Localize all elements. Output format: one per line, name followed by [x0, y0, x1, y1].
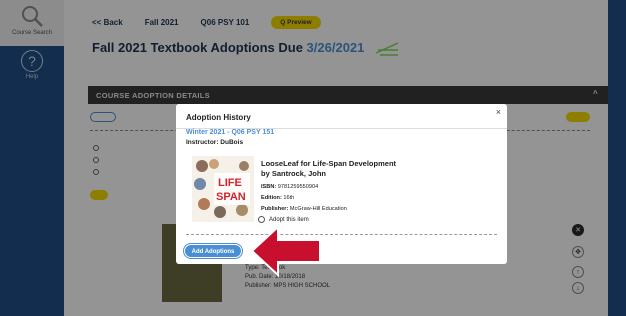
book-title-line: LooseLeaf for Life-Span Development [261, 159, 397, 168]
add-adoptions-button[interactable]: Add Adoptions [184, 244, 242, 258]
publisher-label: Publisher: [261, 206, 289, 212]
isbn-value: 9781259550904 [277, 184, 319, 190]
book-title: LooseLeaf for Life-Span Development by S… [261, 159, 396, 179]
isbn-label: ISBN: [261, 184, 277, 190]
red-arrow-icon [250, 224, 321, 278]
adopt-item-label: Adopt this item [269, 216, 309, 223]
adopt-radio-button[interactable] [258, 216, 265, 223]
modal-title: Adoption History [186, 113, 251, 122]
cover-title-life: LIFE [218, 177, 242, 189]
course-link[interactable]: Winter 2021 - Q06 PSY 151 [186, 129, 274, 136]
edition-value: 16th [283, 195, 295, 201]
edition-label: Edition: [261, 195, 282, 201]
adopt-item-option[interactable]: Adopt this item [258, 216, 309, 223]
book-metadata: ISBN: 9781259550904 Edition: 16th Publis… [261, 182, 347, 215]
adoption-history-modal: Adoption History × Winter 2021 - Q06 PSY… [176, 104, 507, 264]
modal-dash-divider [186, 234, 497, 235]
close-icon[interactable]: × [496, 107, 501, 117]
book-author-line: by Santrock, John [261, 169, 327, 178]
cover-title-span: SPAN [216, 191, 246, 203]
publisher-value: McGraw-Hill Education [289, 206, 347, 212]
instructor-label: Instructor: DuBois [186, 139, 244, 146]
book-cover-image: LIFE SPAN [192, 156, 254, 222]
